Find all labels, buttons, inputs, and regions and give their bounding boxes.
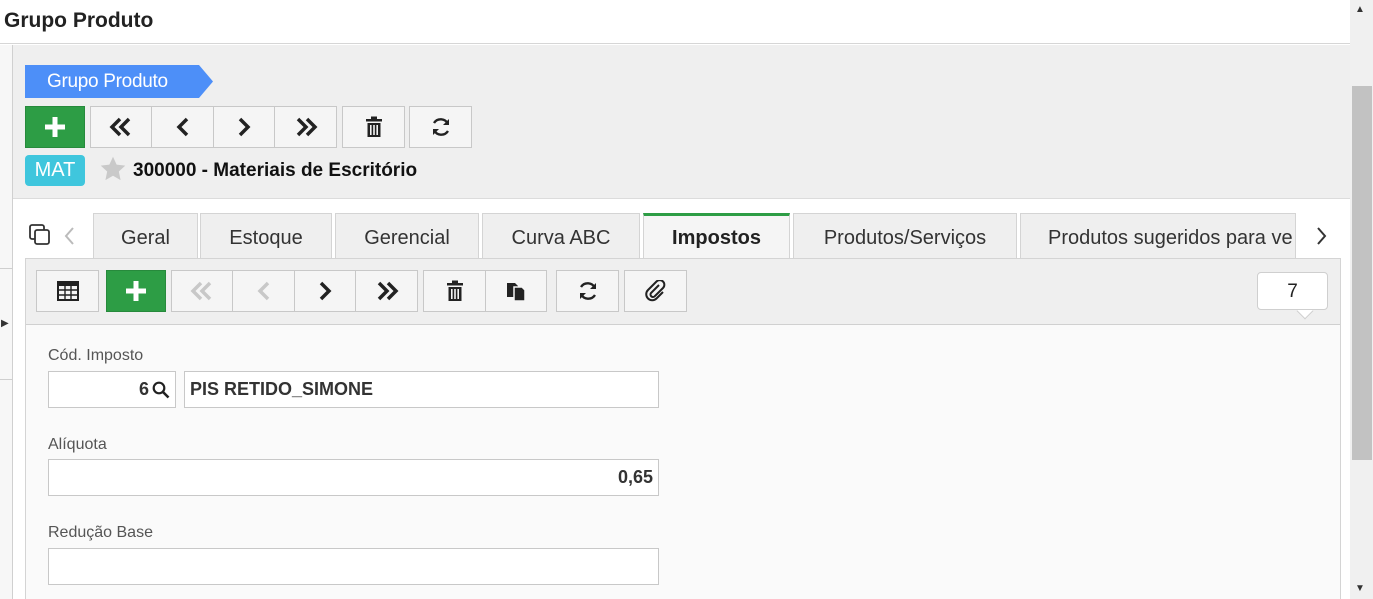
reducao-base-input[interactable] [48, 548, 659, 585]
scroll-up-icon[interactable]: ▲ [1355, 4, 1365, 15]
star-icon[interactable] [99, 155, 127, 183]
chevron-right-icon [319, 281, 332, 301]
cod-imposto-value: 6 [138, 379, 149, 399]
last-record-button[interactable] [274, 106, 337, 148]
refresh-impostos-button[interactable] [556, 270, 619, 312]
tab-produtos-sugeridos[interactable]: Produtos sugeridos para ve [1020, 213, 1296, 258]
chevron-right-icon [238, 117, 251, 137]
tabs-scroll-right-icon[interactable] [1314, 225, 1328, 247]
page-title: Grupo Produto [4, 9, 154, 32]
chevron-left-icon [257, 281, 269, 301]
trash-icon [365, 116, 382, 137]
double-chevron-left-icon [190, 281, 212, 301]
tab-produtos-servicos[interactable]: Produtos/Serviços [793, 213, 1017, 258]
record-title: 300000 - Materiais de Escritório [133, 160, 418, 181]
tab-estoque[interactable]: Estoque [200, 213, 332, 258]
cod-imposto-description: PIS RETIDO_SIMONE [184, 371, 659, 408]
title-bar [0, 0, 1350, 44]
cod-imposto-label: Cód. Imposto [48, 347, 144, 364]
refresh-button[interactable] [409, 106, 472, 148]
record-type-badge: MAT [25, 155, 85, 186]
previous-imposto-button[interactable] [232, 270, 295, 312]
double-chevron-right-icon [296, 117, 317, 137]
previous-record-button[interactable] [151, 106, 214, 148]
copy-icon[interactable] [28, 223, 52, 247]
table-icon [56, 281, 79, 301]
plus-icon [45, 117, 65, 137]
first-imposto-button[interactable] [171, 270, 233, 312]
grid-view-button[interactable] [36, 270, 99, 312]
cod-imposto-input[interactable]: 6 [48, 371, 176, 408]
refresh-icon [432, 118, 449, 136]
files-icon [507, 283, 526, 302]
chevron-left-icon [176, 117, 188, 137]
delete-record-button[interactable] [342, 106, 405, 148]
trash-icon [446, 280, 463, 301]
tab-geral[interactable]: Geral [93, 213, 198, 258]
refresh-icon [579, 282, 596, 300]
last-imposto-button[interactable] [355, 270, 418, 312]
aliquota-input[interactable]: 0,65 [48, 459, 659, 496]
search-icon[interactable] [152, 381, 170, 399]
double-chevron-left-icon [109, 117, 131, 137]
tab-impostos[interactable]: Impostos [643, 213, 790, 258]
tabs-scroll-left-icon[interactable] [63, 225, 77, 247]
tab-curva-abc[interactable]: Curva ABC [482, 213, 640, 258]
scroll-down-icon[interactable]: ▼ [1355, 583, 1365, 594]
double-chevron-right-icon [377, 281, 398, 301]
add-imposto-button[interactable] [106, 270, 166, 312]
reducao-base-label: Redução Base [48, 524, 153, 541]
next-record-button[interactable] [213, 106, 275, 148]
record-counter: 7 [1257, 272, 1328, 310]
aliquota-label: Alíquota [48, 436, 107, 453]
attachment-button[interactable] [624, 270, 687, 312]
first-record-button[interactable] [90, 106, 152, 148]
breadcrumb[interactable]: Grupo Produto [25, 65, 213, 98]
scrollbar-thumb[interactable] [1352, 86, 1372, 460]
tab-gerencial[interactable]: Gerencial [335, 213, 479, 258]
plus-icon [126, 281, 146, 301]
add-record-button[interactable] [25, 106, 85, 148]
paperclip-icon [644, 280, 665, 302]
duplicate-imposto-button[interactable] [485, 270, 547, 312]
next-imposto-button[interactable] [294, 270, 356, 312]
expand-arrow-icon[interactable]: ▶ [1, 318, 9, 329]
delete-imposto-button[interactable] [423, 270, 486, 312]
